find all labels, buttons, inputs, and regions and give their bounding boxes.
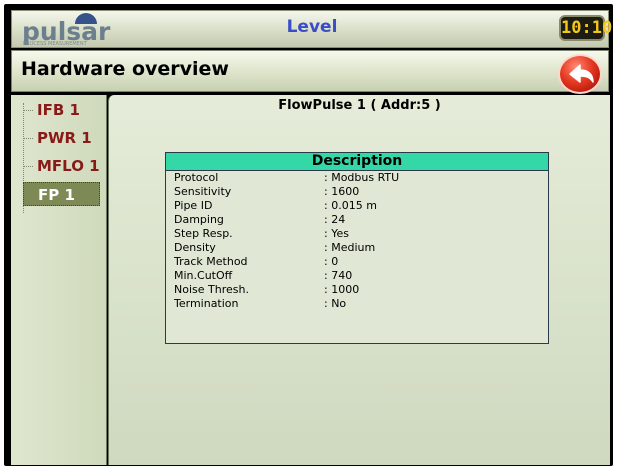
row-key: Track Method	[174, 255, 248, 268]
row-value: : 1600	[324, 185, 360, 198]
row-value: : No	[324, 297, 347, 310]
description-row: Min.CutOff : 740	[174, 269, 544, 283]
row-key: Protocol	[174, 171, 219, 184]
row-key: Step Resp.	[174, 227, 233, 240]
description-row: Damping : 24	[174, 213, 544, 227]
description-row: Track Method : 0	[174, 255, 544, 269]
sidebar-item-mflo-1[interactable]: MFLO 1	[23, 154, 105, 178]
sidebar-item-label: MFLO 1	[37, 157, 100, 175]
description-row: Step Resp. : Yes	[174, 227, 544, 241]
description-row: Pipe ID : 0.015 m	[174, 199, 544, 213]
row-value: : Medium	[324, 241, 376, 254]
row-key: Density	[174, 241, 216, 254]
device-title: FlowPulse 1 ( Addr:5 )	[278, 98, 441, 113]
description-row: Density : Medium	[174, 241, 544, 255]
sidebar-item-fp-1[interactable]: FP 1	[23, 182, 100, 206]
hardware-tree-sidebar: IFB 1 PWR 1 MFLO 1 FP 1	[11, 95, 107, 465]
sidebar-item-ifb-1[interactable]: IFB 1	[23, 98, 105, 122]
logo-subtitle: PROCESS MEASUREMENT	[23, 41, 87, 47]
back-button[interactable]	[558, 54, 602, 94]
description-row: Protocol : Modbus RTU	[174, 171, 544, 185]
description-row: Sensitivity : 1600	[174, 185, 544, 199]
device-details-panel: FlowPulse 1 ( Addr:5 ) Description Proto…	[108, 95, 610, 465]
sidebar-item-label: FP 1	[38, 186, 75, 204]
description-header: Description	[166, 153, 548, 171]
screen-title: Level	[286, 17, 338, 37]
row-value: : Yes	[324, 227, 349, 240]
description-row: Noise Thresh. : 1000	[174, 283, 544, 297]
back-arrow-icon	[569, 64, 594, 83]
row-value: : 0.015 m	[324, 199, 377, 212]
page-header: Hardware overview	[11, 50, 609, 94]
pulsar-logo: pulsar PROCESS MEASUREMENT	[22, 13, 132, 47]
sidebar-item-pwr-1[interactable]: PWR 1	[23, 126, 105, 150]
row-value: : 1000	[324, 283, 360, 296]
description-box: Description Protocol : Modbus RTU Sensit…	[165, 152, 549, 344]
row-key: Damping	[174, 213, 224, 226]
top-status-bar: pulsar PROCESS MEASUREMENT Level 10:10	[11, 10, 612, 48]
row-value: : Modbus RTU	[324, 171, 400, 184]
description-row: Termination : No	[174, 297, 544, 311]
clock-display: 10:10	[559, 15, 612, 41]
row-key: Min.CutOff	[174, 269, 233, 282]
row-value: : 0	[324, 255, 339, 268]
row-key: Pipe ID	[174, 199, 213, 212]
row-value: : 24	[324, 213, 346, 226]
sidebar-item-label: IFB 1	[37, 101, 80, 119]
sidebar-item-label: PWR 1	[37, 129, 92, 147]
page-title: Hardware overview	[21, 58, 229, 80]
row-value: : 740	[324, 269, 353, 282]
row-key: Sensitivity	[174, 185, 232, 198]
row-key: Termination	[174, 297, 239, 310]
row-key: Noise Thresh.	[174, 283, 249, 296]
